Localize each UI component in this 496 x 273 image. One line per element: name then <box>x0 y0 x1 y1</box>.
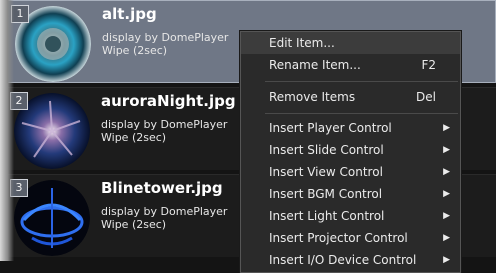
menu-item-insert-projector-control[interactable]: Insert Projector Control ▶ <box>241 227 460 249</box>
menu-item-remove-items[interactable]: Remove Items Del <box>241 86 460 108</box>
context-menu: Edit Item... Rename Item... F2 Remove It… <box>240 31 461 273</box>
item-title: alt.jpg <box>102 5 157 23</box>
menu-item-insert-player-control[interactable]: Insert Player Control ▶ <box>241 117 460 139</box>
menu-separator <box>265 113 458 114</box>
item-transition-info: Wipe (2sec) <box>102 44 168 57</box>
chevron-right-icon: ▶ <box>443 167 450 177</box>
chevron-right-icon: ▶ <box>443 255 450 265</box>
item-number-badge: 2 <box>10 92 28 110</box>
menu-item-label: Insert BGM Control <box>269 187 383 201</box>
item-display-info: display by DomePlayer <box>101 205 228 218</box>
menu-item-label: Insert I/O Device Control <box>269 253 417 267</box>
menu-item-insert-light-control[interactable]: Insert Light Control ▶ <box>241 205 460 227</box>
menu-separator <box>265 81 458 82</box>
menu-item-shortcut: Del <box>416 90 436 104</box>
item-number-badge: 3 <box>10 179 28 197</box>
menu-item-label: Insert Light Control <box>269 209 385 223</box>
chevron-right-icon: ▶ <box>443 145 450 155</box>
chevron-right-icon: ▶ <box>443 233 450 243</box>
menu-item-insert-bgm-control[interactable]: Insert BGM Control ▶ <box>241 183 460 205</box>
menu-item-label: Rename Item... <box>269 58 361 72</box>
menu-item-label: Insert Player Control <box>269 121 392 135</box>
menu-item-rename-item[interactable]: Rename Item... F2 <box>241 54 460 76</box>
menu-item-label: Remove Items <box>269 90 356 104</box>
item-display-info: display by DomePlayer <box>101 118 228 131</box>
item-transition-info: Wipe (2sec) <box>101 218 167 231</box>
menu-item-insert-slide-control[interactable]: Insert Slide Control ▶ <box>241 139 460 161</box>
item-display-info: display by DomePlayer <box>102 31 229 44</box>
menu-item-label: Insert Projector Control <box>269 231 408 245</box>
menu-item-label: Insert View Control <box>269 165 383 179</box>
chevron-right-icon: ▶ <box>443 123 450 133</box>
chevron-right-icon: ▶ <box>443 189 450 199</box>
menu-item-shortcut: F2 <box>421 58 436 72</box>
item-number-badge: 1 <box>11 5 29 23</box>
menu-item-label: Insert Slide Control <box>269 143 384 157</box>
menu-item-edit-item[interactable]: Edit Item... <box>241 32 460 54</box>
item-title: auroraNight.jpg <box>101 92 236 110</box>
item-title: Blinetower.jpg <box>101 179 223 197</box>
chevron-right-icon: ▶ <box>443 211 450 221</box>
menu-item-insert-io-device-control[interactable]: Insert I/O Device Control ▶ <box>241 249 460 271</box>
item-transition-info: Wipe (2sec) <box>101 131 167 144</box>
menu-item-label: Edit Item... <box>269 36 335 50</box>
menu-item-insert-view-control[interactable]: Insert View Control ▶ <box>241 161 460 183</box>
